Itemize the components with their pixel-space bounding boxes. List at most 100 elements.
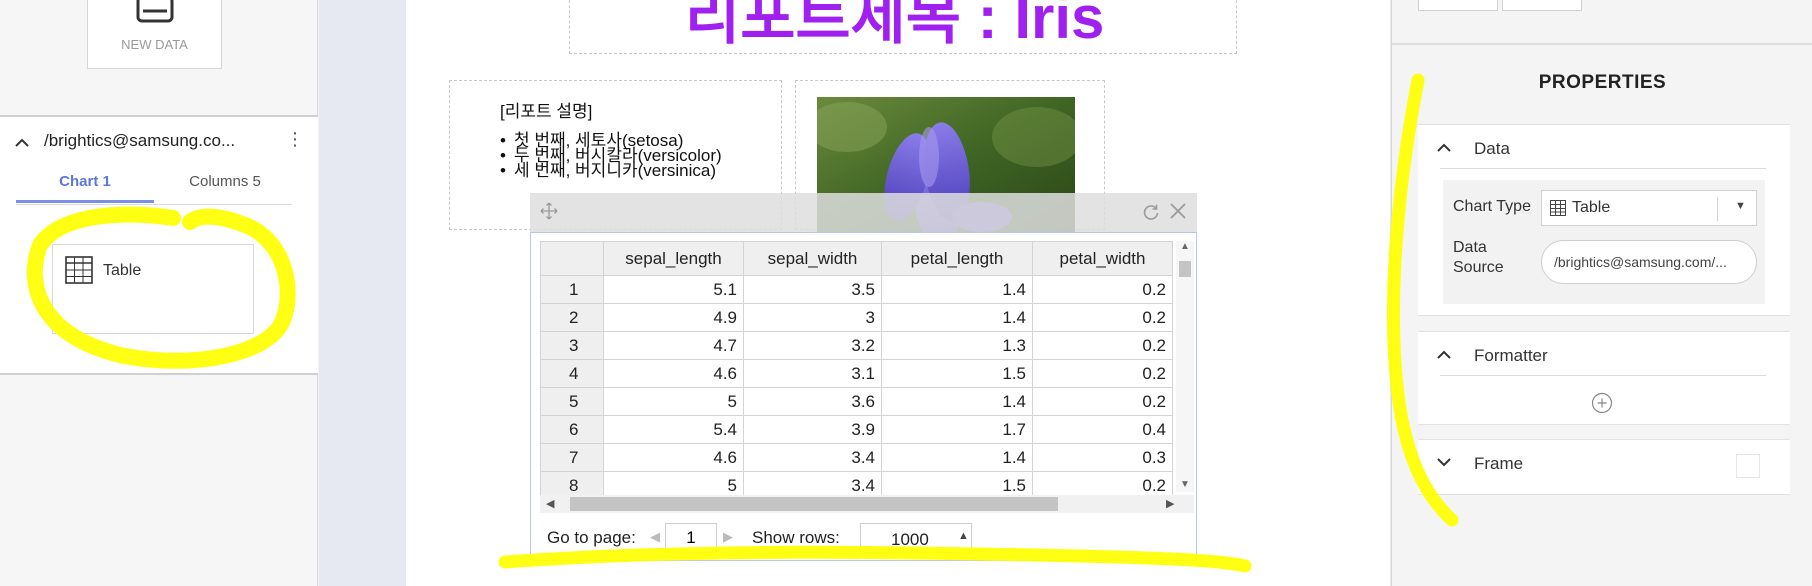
table-cell: 3.4 (743, 443, 882, 472)
tab-divider (16, 204, 292, 205)
previous-page-icon[interactable]: ◀ (650, 529, 660, 545)
close-icon[interactable] (1168, 201, 1188, 221)
chevron-up-icon[interactable] (1436, 142, 1452, 152)
vertical-scrollbar[interactable]: ▲ ▼ (1176, 241, 1194, 492)
table-row[interactable]: 5 5 3.6 1.4 0.2 (540, 387, 1173, 416)
pagination-bar: Go to page: ◀ ▶ Show rows: 1000 ▲ (547, 523, 1187, 553)
toolbar-button[interactable] (1418, 0, 1498, 11)
horizontal-scrollbar[interactable]: ◀ ▶ (540, 495, 1194, 513)
table-row[interactable]: 6 5.4 3.9 1.7 0.4 (540, 415, 1173, 444)
formatter-section-header[interactable]: Formatter (1418, 332, 1790, 376)
column-header-index[interactable] (540, 241, 604, 276)
scroll-right-icon[interactable]: ▶ (1166, 497, 1174, 510)
scroll-up-icon[interactable]: ▲ (1180, 241, 1190, 252)
data-settings: Chart Type Table ▼ Data Source /brightic… (1443, 180, 1765, 304)
table-cell: 0.2 (1032, 387, 1173, 416)
row-number: 7 (540, 443, 604, 472)
frame-section-header[interactable]: Frame (1418, 440, 1790, 484)
report-title: 리포트제목 : Iris (685, 0, 1105, 51)
table-cell: 5.1 (603, 275, 744, 304)
toolbar-button[interactable] (1502, 0, 1582, 11)
data-table: sepal_length sepal_width petal_length pe… (540, 241, 1173, 500)
table-header-row: sepal_length sepal_width petal_length pe… (540, 241, 1173, 276)
table-row[interactable]: 7 4.6 3.4 1.4 0.3 (540, 443, 1173, 472)
description-list: 첫 번째, 세토사(setosa) 두 번째, 버시칼라(versicolor)… (500, 132, 722, 179)
vertical-scroll-thumb[interactable] (1179, 261, 1191, 277)
table-cell: 3.1 (743, 359, 882, 388)
left-panel: NEW DATA /brightics@samsung.co... ⋮ Char… (0, 0, 318, 586)
table-cell: 5.4 (603, 415, 744, 444)
caret-down-icon[interactable]: ▼ (1735, 200, 1746, 212)
chart-item-table[interactable]: Table (52, 244, 254, 334)
list-item: 세 번째, 버지니카(versinica) (500, 162, 722, 179)
chart-type-value: Table (1572, 199, 1611, 216)
add-circle-icon[interactable] (1591, 392, 1613, 414)
chevron-down-icon[interactable] (1436, 457, 1452, 467)
table-icon (1550, 200, 1566, 216)
caret-up-icon[interactable]: ▲ (958, 530, 969, 542)
move-icon[interactable] (540, 202, 558, 220)
row-number: 3 (540, 331, 604, 360)
row-number: 1 (540, 275, 604, 304)
datasource-title: /brightics@samsung.co... (44, 131, 236, 150)
table-cell: 1.7 (881, 415, 1033, 444)
table-cell: 1.3 (881, 331, 1033, 360)
database-icon (136, 0, 173, 23)
row-number: 4 (540, 359, 604, 388)
tab-columns[interactable]: Columns 5 (160, 173, 290, 203)
scroll-down-icon[interactable]: ▼ (1180, 479, 1190, 490)
refresh-icon[interactable] (1142, 203, 1160, 221)
rows-per-page-select[interactable]: 1000 ▲ (860, 523, 972, 553)
table-chart-widget[interactable]: sepal_length sepal_width petal_length pe… (530, 193, 1197, 561)
chart-type-label: Chart Type (1453, 198, 1531, 215)
select-divider (1717, 197, 1718, 221)
table-cell: 4.6 (603, 443, 744, 472)
table-cell: 0.4 (1032, 415, 1173, 444)
horizontal-scroll-thumb[interactable] (570, 497, 1058, 511)
page-number-input[interactable] (665, 523, 717, 553)
table-cell: 4.6 (603, 359, 744, 388)
column-header[interactable]: sepal_length (603, 241, 744, 276)
table-cell: 4.9 (603, 303, 744, 332)
widget-body: sepal_length sepal_width petal_length pe… (530, 232, 1197, 561)
chart-type-select[interactable]: Table ▼ (1541, 190, 1757, 226)
table-cell: 3.2 (743, 331, 882, 360)
frame-section-title: Frame (1474, 454, 1524, 473)
row-number: 6 (540, 415, 604, 444)
table-row[interactable]: 2 4.9 3 1.4 0.2 (540, 303, 1173, 332)
widget-toolbar[interactable] (530, 193, 1197, 232)
column-header[interactable]: sepal_width (743, 241, 882, 276)
data-source-input[interactable]: /brightics@samsung.com/... (1541, 240, 1757, 284)
data-section-header[interactable]: Data (1418, 125, 1790, 169)
table-cell: 3 (743, 303, 882, 332)
table-row[interactable]: 4 4.6 3.1 1.5 0.2 (540, 359, 1173, 388)
new-data-button[interactable]: NEW DATA (87, 0, 222, 69)
scroll-left-icon[interactable]: ◀ (546, 497, 554, 510)
data-grid[interactable]: sepal_length sepal_width petal_length pe… (540, 241, 1176, 502)
table-cell: 3.5 (743, 275, 882, 304)
table-cell: 0.2 (1032, 275, 1173, 304)
frame-toggle[interactable] (1736, 454, 1760, 478)
formatter-section-title: Formatter (1474, 346, 1548, 365)
table-cell: 1.4 (881, 443, 1033, 472)
chevron-up-icon[interactable] (14, 137, 30, 147)
section-divider (1440, 168, 1766, 169)
table-cell: 0.2 (1032, 359, 1173, 388)
panel-divider (1392, 43, 1812, 45)
table-cell: 1.4 (881, 275, 1033, 304)
data-section: Data Chart Type Table ▼ Data Source /bri… (1418, 124, 1790, 316)
chevron-up-icon[interactable] (1436, 349, 1452, 359)
frame-section: Frame (1418, 439, 1790, 495)
section-divider (1440, 375, 1766, 376)
table-cell: 1.4 (881, 303, 1033, 332)
column-header[interactable]: petal_length (881, 241, 1033, 276)
description-title: [리포트 설명] (500, 102, 593, 121)
more-vertical-icon[interactable]: ⋮ (286, 129, 304, 150)
table-row[interactable]: 1 5.1 3.5 1.4 0.2 (540, 275, 1173, 304)
tab-chart-1[interactable]: Chart 1 (16, 173, 154, 203)
table-cell: 3.6 (743, 387, 882, 416)
next-page-icon[interactable]: ▶ (723, 529, 733, 545)
column-header[interactable]: petal_width (1032, 241, 1173, 276)
table-row[interactable]: 3 4.7 3.2 1.3 0.2 (540, 331, 1173, 360)
title-textbox[interactable]: 리포트제목 : Iris (569, 0, 1237, 54)
